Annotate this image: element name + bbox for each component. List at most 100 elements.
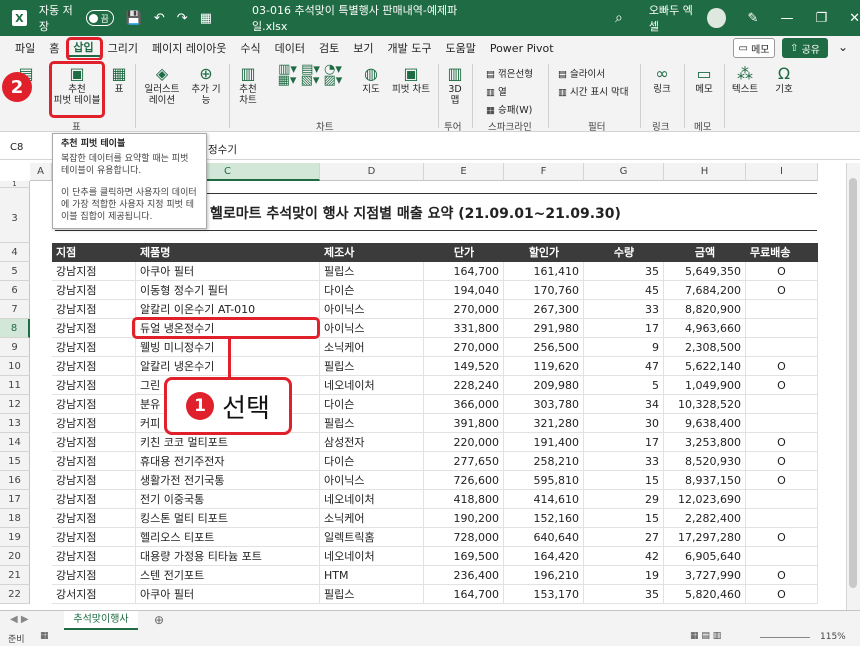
search-icon[interactable]: ⌕: [615, 10, 623, 26]
table-cell[interactable]: 33: [584, 452, 664, 471]
table-cell[interactable]: 149,520: [424, 357, 504, 376]
undo-icon[interactable]: ↶: [154, 11, 165, 26]
row-header[interactable]: 14: [0, 433, 30, 452]
table-cell[interactable]: 726,600: [424, 471, 504, 490]
table-cell[interactable]: 필립스: [320, 414, 424, 433]
table-cell[interactable]: 270,000: [424, 338, 504, 357]
tab-page-layout[interactable]: 페이지 레이아웃: [145, 40, 233, 56]
table-cell[interactable]: 17,297,280: [664, 528, 746, 547]
table-cell[interactable]: 강남지점: [52, 376, 136, 395]
table-header-cell[interactable]: 수량: [584, 243, 664, 262]
table-cell[interactable]: 391,800: [424, 414, 504, 433]
table-cell[interactable]: 6,905,640: [664, 547, 746, 566]
table-cell[interactable]: 8,937,150: [664, 471, 746, 490]
table-cell[interactable]: 321,280: [504, 414, 584, 433]
sparkline-line-button[interactable]: ▤ 꺾은선형: [486, 66, 533, 80]
table-cell[interactable]: 이동형 정수기 필터: [136, 281, 320, 300]
view-icons[interactable]: ▦ ▤ ▥: [690, 631, 721, 641]
close-icon[interactable]: ✕: [849, 11, 860, 26]
text-button[interactable]: ⁂ 텍스트: [728, 64, 762, 95]
table-cell[interactable]: 47: [584, 357, 664, 376]
table-header-cell[interactable]: 지점: [52, 243, 136, 262]
comments-button[interactable]: ▭ 메모: [733, 38, 775, 58]
table-cell[interactable]: O: [746, 433, 818, 452]
row-header[interactable]: 21: [0, 566, 30, 585]
table-cell[interactable]: 42: [584, 547, 664, 566]
timeline-button[interactable]: ▥ 시간 표시 막대: [558, 84, 629, 98]
table-cell[interactable]: 3,727,990: [664, 566, 746, 585]
table-cell[interactable]: HTM: [320, 566, 424, 585]
column-header[interactable]: D: [320, 163, 424, 181]
table-cell[interactable]: 강남지점: [52, 414, 136, 433]
row-header[interactable]: 9: [0, 338, 30, 357]
column-header[interactable]: I: [746, 163, 818, 181]
table-cell[interactable]: 29: [584, 490, 664, 509]
scrollbar-thumb[interactable]: [849, 178, 857, 588]
table-cell[interactable]: 258,210: [504, 452, 584, 471]
column-header[interactable]: G: [584, 163, 664, 181]
table-cell[interactable]: 5,622,140: [664, 357, 746, 376]
table-cell[interactable]: 강남지점: [52, 395, 136, 414]
table-button[interactable]: ▦ 표: [106, 64, 132, 95]
table-cell[interactable]: 8,520,930: [664, 452, 746, 471]
table-cell[interactable]: 270,000: [424, 300, 504, 319]
table-cell[interactable]: 2,282,400: [664, 509, 746, 528]
table-cell[interactable]: 휴대용 전기주전자: [136, 452, 320, 471]
row-header[interactable]: 16: [0, 471, 30, 490]
table-header-cell[interactable]: 할인가: [504, 243, 584, 262]
row-header[interactable]: 17: [0, 490, 30, 509]
autosave-toggle[interactable]: 끔: [85, 10, 114, 26]
table-cell[interactable]: 331,800: [424, 319, 504, 338]
user-name[interactable]: 오빠두 엑셀: [649, 2, 699, 34]
row-header[interactable]: 15: [0, 452, 30, 471]
table-cell[interactable]: 33: [584, 300, 664, 319]
restore-icon[interactable]: ❐: [815, 11, 827, 26]
table-cell[interactable]: 153,170: [504, 585, 584, 604]
table-cell[interactable]: 161,410: [504, 262, 584, 281]
table-cell[interactable]: 아쿠아 필터: [136, 585, 320, 604]
chevron-down-icon[interactable]: ⌄: [838, 40, 848, 54]
table-cell[interactable]: 필립스: [320, 357, 424, 376]
table-cell[interactable]: 194,040: [424, 281, 504, 300]
table-cell[interactable]: 8,820,900: [664, 300, 746, 319]
table-cell[interactable]: 강남지점: [52, 528, 136, 547]
table-cell[interactable]: [746, 509, 818, 528]
table-cell[interactable]: 강남지점: [52, 357, 136, 376]
table-header-cell[interactable]: 금액: [664, 243, 746, 262]
table-cell[interactable]: O: [746, 585, 818, 604]
table-cell[interactable]: 45: [584, 281, 664, 300]
name-box[interactable]: C8: [10, 142, 23, 153]
table-cell[interactable]: 일렉트릭홈: [320, 528, 424, 547]
add-sheet-icon[interactable]: ⊕: [154, 613, 164, 627]
row-header[interactable]: 11: [0, 376, 30, 395]
table-cell[interactable]: 강남지점: [52, 338, 136, 357]
row-header[interactable]: 10: [0, 357, 30, 376]
map-button[interactable]: ◍ 지도: [356, 64, 386, 95]
table-cell[interactable]: 256,500: [504, 338, 584, 357]
row-header[interactable]: 19: [0, 528, 30, 547]
table-cell[interactable]: 2,308,500: [664, 338, 746, 357]
column-header[interactable]: E: [424, 163, 504, 181]
table-cell[interactable]: 9: [584, 338, 664, 357]
table-cell[interactable]: 414,610: [504, 490, 584, 509]
sparkline-winloss-button[interactable]: ▦ 승패(W): [486, 102, 532, 116]
redo-icon[interactable]: ↷: [177, 11, 188, 26]
minimize-icon[interactable]: —: [780, 11, 793, 26]
table-cell[interactable]: 303,780: [504, 395, 584, 414]
table-cell[interactable]: 아이닉스: [320, 300, 424, 319]
table-cell[interactable]: 강남지점: [52, 452, 136, 471]
table-cell[interactable]: 9,638,400: [664, 414, 746, 433]
table-cell[interactable]: 강남지점: [52, 547, 136, 566]
row-header[interactable]: 22: [0, 585, 30, 604]
table-cell[interactable]: 728,000: [424, 528, 504, 547]
table-header-cell[interactable]: 제품명: [136, 243, 320, 262]
tab-file[interactable]: 파일: [8, 40, 42, 56]
table-cell[interactable]: 강남지점: [52, 433, 136, 452]
table-cell[interactable]: 필립스: [320, 262, 424, 281]
sheet-tab[interactable]: 추석맞이행사: [64, 611, 138, 630]
table-cell[interactable]: 강남지점: [52, 509, 136, 528]
table-cell[interactable]: [746, 300, 818, 319]
link-button[interactable]: ∞ 링크: [646, 64, 678, 95]
table-cell[interactable]: 강남지점: [52, 281, 136, 300]
table-cell[interactable]: 170,760: [504, 281, 584, 300]
